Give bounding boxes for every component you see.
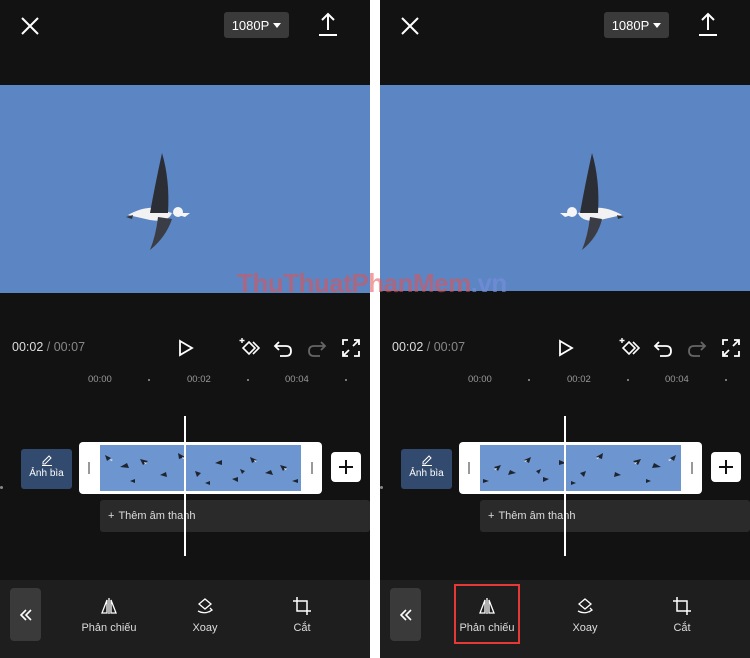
add-audio-track[interactable]: + Thêm âm thanh: [480, 500, 750, 532]
fullscreen-icon[interactable]: [719, 336, 743, 360]
video-clip[interactable]: [79, 442, 322, 494]
crop-label: Cắt: [673, 622, 691, 634]
caret-down-icon: [653, 23, 662, 28]
time-separator: /: [46, 340, 51, 354]
redo-icon[interactable]: [305, 336, 329, 360]
total-duration: 00:07: [53, 340, 86, 354]
timeline-ruler: 00:00 00:02 00:04: [0, 372, 370, 386]
track-edge-marker: [0, 486, 3, 489]
rotate-icon: [577, 598, 594, 614]
close-icon[interactable]: [14, 10, 46, 42]
plus-icon: +: [108, 510, 115, 522]
redo-icon[interactable]: [685, 336, 709, 360]
double-chevron-left-icon: [19, 608, 32, 621]
top-bar: 1080P: [380, 0, 750, 52]
clip-trim-handle-right[interactable]: [691, 462, 693, 474]
cover-label: Ảnh bìa: [409, 468, 444, 479]
caret-down-icon: [273, 23, 282, 28]
track-edge-marker: [380, 486, 383, 489]
ruler-tick-label: 00:04: [665, 374, 689, 385]
time-readout: 00:02 / 00:07: [12, 340, 85, 354]
resolution-dropdown[interactable]: 1080P: [224, 12, 289, 38]
clip-trim-handle-right[interactable]: [311, 462, 313, 474]
clip-trim-handle-left[interactable]: [88, 462, 90, 474]
export-icon[interactable]: [694, 10, 722, 40]
rotate-label: Xoay: [192, 622, 218, 634]
mirror-label: Phản chiếu: [459, 622, 515, 634]
ruler-tick-label: 00:00: [468, 374, 492, 385]
ruler-tick-label: 00:00: [88, 374, 112, 385]
clip-filmstrip: [480, 445, 681, 491]
playhead[interactable]: [564, 416, 566, 556]
add-audio-track[interactable]: + Thêm âm thanh: [100, 500, 370, 532]
cover-thumbnail[interactable]: Ảnh bìa: [21, 449, 72, 489]
keyframe-icon[interactable]: [237, 336, 261, 360]
resolution-dropdown[interactable]: 1080P: [604, 12, 669, 38]
plus-icon: [719, 460, 733, 474]
top-bar: 1080P: [0, 0, 370, 52]
total-duration: 00:07: [433, 340, 466, 354]
crop-icon: [673, 597, 691, 615]
mirror-icon: [479, 598, 495, 614]
close-icon[interactable]: [394, 10, 426, 42]
crop-icon: [293, 597, 311, 615]
playhead[interactable]: [184, 416, 186, 556]
timeline-ruler: 00:00 00:02 00:04: [380, 372, 750, 386]
add-clip-button[interactable]: [331, 452, 361, 482]
ruler-tick-label: 00:02: [187, 374, 211, 385]
pencil-icon: [421, 455, 432, 466]
resolution-label: 1080P: [231, 17, 270, 33]
crop-label: Cắt: [293, 622, 311, 634]
playback-controls: 00:02 / 00:07: [380, 332, 750, 362]
current-time: 00:02: [12, 340, 44, 354]
rotate-icon: [197, 598, 214, 614]
clip-trim-handle-left[interactable]: [468, 462, 470, 474]
keyframe-icon[interactable]: [617, 336, 641, 360]
bottom-toolbar: Phản chiếu Xoay Cắt: [0, 580, 370, 658]
crop-button[interactable]: Cắt: [647, 596, 717, 634]
mirror-icon: [101, 598, 117, 614]
back-button[interactable]: [10, 588, 41, 641]
seagull-image: [126, 153, 190, 250]
add-clip-button[interactable]: [711, 452, 741, 482]
export-icon[interactable]: [314, 10, 342, 40]
time-readout: 00:02 / 00:07: [392, 340, 465, 354]
cover-label: Ảnh bìa: [29, 468, 64, 479]
time-separator: /: [426, 340, 431, 354]
plus-icon: +: [488, 510, 495, 522]
back-button[interactable]: [390, 588, 421, 641]
play-icon[interactable]: [553, 336, 577, 360]
resolution-label: 1080P: [611, 17, 650, 33]
fullscreen-icon[interactable]: [339, 336, 363, 360]
rotate-button[interactable]: Xoay: [170, 596, 240, 634]
pencil-icon: [41, 455, 52, 466]
double-chevron-left-icon: [399, 608, 412, 621]
playback-controls: 00:02 / 00:07: [0, 332, 370, 362]
rotate-label: Xoay: [572, 622, 598, 634]
editor-screen-left: 1080P 00:02 / 00:07 00:00 00:02 00:04 Ản…: [0, 0, 370, 658]
ruler-tick-label: 00:04: [285, 374, 309, 385]
video-preview[interactable]: [380, 85, 750, 291]
undo-icon[interactable]: [651, 336, 675, 360]
current-time: 00:02: [392, 340, 424, 354]
plus-icon: [339, 460, 353, 474]
rotate-button[interactable]: Xoay: [550, 596, 620, 634]
undo-icon[interactable]: [271, 336, 295, 360]
editor-screen-right: 1080P 00:02 / 00:07 00:00 00:02 00:04 Ản…: [380, 0, 750, 658]
crop-button[interactable]: Cắt: [267, 596, 337, 634]
seagull-image: [560, 153, 624, 250]
video-clip[interactable]: [459, 442, 702, 494]
mirror-label: Phản chiếu: [81, 622, 137, 634]
bottom-toolbar: Phản chiếu Xoay Cắt: [380, 580, 750, 658]
play-icon[interactable]: [173, 336, 197, 360]
clip-filmstrip: [100, 445, 301, 491]
video-preview[interactable]: [0, 85, 370, 293]
ruler-tick-label: 00:02: [567, 374, 591, 385]
cover-thumbnail[interactable]: Ảnh bìa: [401, 449, 452, 489]
mirror-button[interactable]: Phản chiếu: [74, 596, 144, 634]
mirror-button[interactable]: Phản chiếu: [454, 584, 520, 644]
